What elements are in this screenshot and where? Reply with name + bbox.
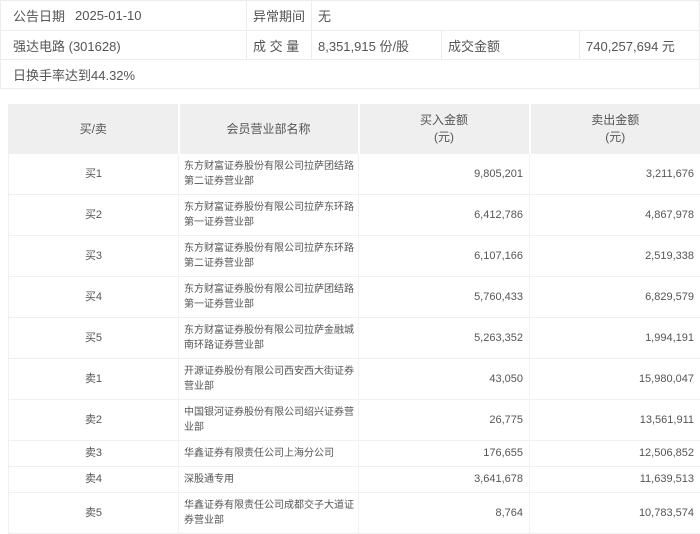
row-broker-name: 东方财富证券股份有限公司拉萨东环路第二证券营业部 bbox=[178, 235, 359, 277]
row-broker-name: 开源证券股份有限公司西安西大街证券营业部 bbox=[178, 358, 359, 400]
row-sell-amount: 1,994,191 bbox=[529, 317, 700, 359]
table-row: 买1 东方财富证券股份有限公司拉萨团结路第二证券营业部 9,805,201 3,… bbox=[8, 153, 700, 195]
table-row: 买4 东方财富证券股份有限公司拉萨团结路第一证券营业部 5,760,433 6,… bbox=[8, 276, 700, 318]
row-side: 卖4 bbox=[8, 466, 179, 493]
table-row: 卖5 华鑫证券有限责任公司成都交子大道证券营业部 8,764 10,783,57… bbox=[8, 492, 700, 534]
row-side: 买1 bbox=[8, 153, 179, 195]
row-side: 卖5 bbox=[8, 492, 179, 534]
row-side: 买3 bbox=[8, 235, 179, 277]
row-side: 卖2 bbox=[8, 399, 179, 441]
volume-value: 8,351,915 份/股 bbox=[311, 31, 441, 59]
col-header-sell-unit: (元) bbox=[605, 130, 626, 144]
row-sell-amount: 13,561,911 bbox=[529, 399, 700, 441]
row-sell-amount: 10,783,574 bbox=[529, 492, 700, 534]
col-header-sell: 卖出金额 (元) bbox=[528, 104, 700, 154]
amount-value: 740,257,694 元 bbox=[579, 31, 699, 59]
table-row: 卖2 中国银河证券股份有限公司绍兴证券营业部 26,775 13,561,911 bbox=[8, 399, 700, 441]
col-header-buy-title: 买入金额 bbox=[419, 113, 468, 127]
table-header-row: 买/卖 会员营业部名称 买入金额 (元) 卖出金额 (元) bbox=[8, 104, 700, 154]
volume-label: 成 交 量 bbox=[246, 31, 311, 59]
row-broker-name: 华鑫证券有限责任公司上海分公司 bbox=[178, 440, 359, 467]
table-row: 卖3 华鑫证券有限责任公司上海分公司 176,655 12,506,852 bbox=[8, 440, 700, 467]
info-row-turnover: 日换手率达到44.32% bbox=[1, 59, 699, 88]
row-buy-amount: 5,760,433 bbox=[358, 276, 530, 318]
row-sell-amount: 4,867,978 bbox=[529, 194, 700, 236]
row-side: 卖1 bbox=[8, 358, 179, 400]
abnormal-period-label: 异常期间 bbox=[246, 1, 311, 30]
row-broker-name: 东方财富证券股份有限公司拉萨东环路第一证券营业部 bbox=[178, 194, 359, 236]
row-sell-amount: 12,506,852 bbox=[529, 440, 700, 467]
row-broker-name: 东方财富证券股份有限公司拉萨金融城南环路证券营业部 bbox=[178, 317, 359, 359]
col-header-buy-unit: (元) bbox=[434, 130, 454, 144]
row-broker-name: 华鑫证券有限责任公司成都交子大道证券营业部 bbox=[178, 492, 359, 534]
row-buy-amount: 6,107,166 bbox=[358, 235, 530, 277]
broker-trade-table: 买/卖 会员营业部名称 买入金额 (元) 卖出金额 (元) 买1 东方财富证券股… bbox=[8, 104, 700, 534]
row-side: 买4 bbox=[8, 276, 179, 318]
row-sell-amount: 15,980,047 bbox=[529, 358, 700, 400]
row-sell-amount: 6,829,579 bbox=[529, 276, 700, 318]
row-side: 买2 bbox=[8, 194, 179, 236]
col-header-buy: 买入金额 (元) bbox=[357, 104, 530, 154]
row-buy-amount: 43,050 bbox=[358, 358, 530, 400]
col-header-sell-title: 卖出金额 bbox=[591, 113, 640, 127]
row-sell-amount: 11,639,513 bbox=[529, 466, 700, 493]
row-broker-name: 东方财富证券股份有限公司拉萨团结路第一证券营业部 bbox=[178, 276, 359, 318]
row-buy-amount: 9,805,201 bbox=[358, 153, 530, 195]
amount-label: 成交金额 bbox=[441, 31, 579, 59]
row-buy-amount: 6,412,786 bbox=[358, 194, 530, 236]
row-sell-amount: 2,519,338 bbox=[529, 235, 700, 277]
row-side: 卖3 bbox=[8, 440, 179, 467]
table-row: 买3 东方财富证券股份有限公司拉萨东环路第二证券营业部 6,107,166 2,… bbox=[8, 235, 700, 277]
row-side: 买5 bbox=[8, 317, 179, 359]
col-header-name: 会员营业部名称 bbox=[177, 104, 359, 154]
info-row-announce: 公告日期 2025-01-10 异常期间 无 bbox=[1, 1, 699, 30]
row-buy-amount: 26,775 bbox=[358, 399, 530, 441]
stock-title: 强达电路 (301628) bbox=[13, 38, 121, 54]
stock-info-panel: 公告日期 2025-01-10 异常期间 无 强达电路 (301628) 成 交… bbox=[0, 0, 700, 89]
abnormal-period-value: 无 bbox=[311, 1, 699, 30]
table-row: 买2 东方财富证券股份有限公司拉萨东环路第一证券营业部 6,412,786 4,… bbox=[8, 194, 700, 236]
row-broker-name: 东方财富证券股份有限公司拉萨团结路第二证券营业部 bbox=[178, 153, 359, 195]
col-header-side: 买/卖 bbox=[8, 104, 179, 154]
announce-date-value: 2025-01-10 bbox=[75, 8, 142, 23]
info-row-volume: 强达电路 (301628) 成 交 量 8,351,915 份/股 成交金额 7… bbox=[1, 30, 699, 59]
table-row: 卖1 开源证券股份有限公司西安西大街证券营业部 43,050 15,980,04… bbox=[8, 358, 700, 400]
table-row: 卖4 深股通专用 3,641,678 11,639,513 bbox=[8, 466, 700, 493]
row-sell-amount: 3,211,676 bbox=[529, 153, 700, 195]
row-broker-name: 中国银河证券股份有限公司绍兴证券营业部 bbox=[178, 399, 359, 441]
table-row: 买5 东方财富证券股份有限公司拉萨金融城南环路证券营业部 5,263,352 1… bbox=[8, 317, 700, 359]
announce-date-label: 公告日期 bbox=[13, 9, 66, 24]
turnover-note: 日换手率达到44.32% bbox=[13, 67, 136, 83]
row-buy-amount: 176,655 bbox=[358, 440, 530, 467]
row-buy-amount: 8,764 bbox=[358, 492, 530, 534]
row-buy-amount: 5,263,352 bbox=[358, 317, 530, 359]
row-buy-amount: 3,641,678 bbox=[358, 466, 530, 493]
row-broker-name: 深股通专用 bbox=[178, 466, 359, 493]
